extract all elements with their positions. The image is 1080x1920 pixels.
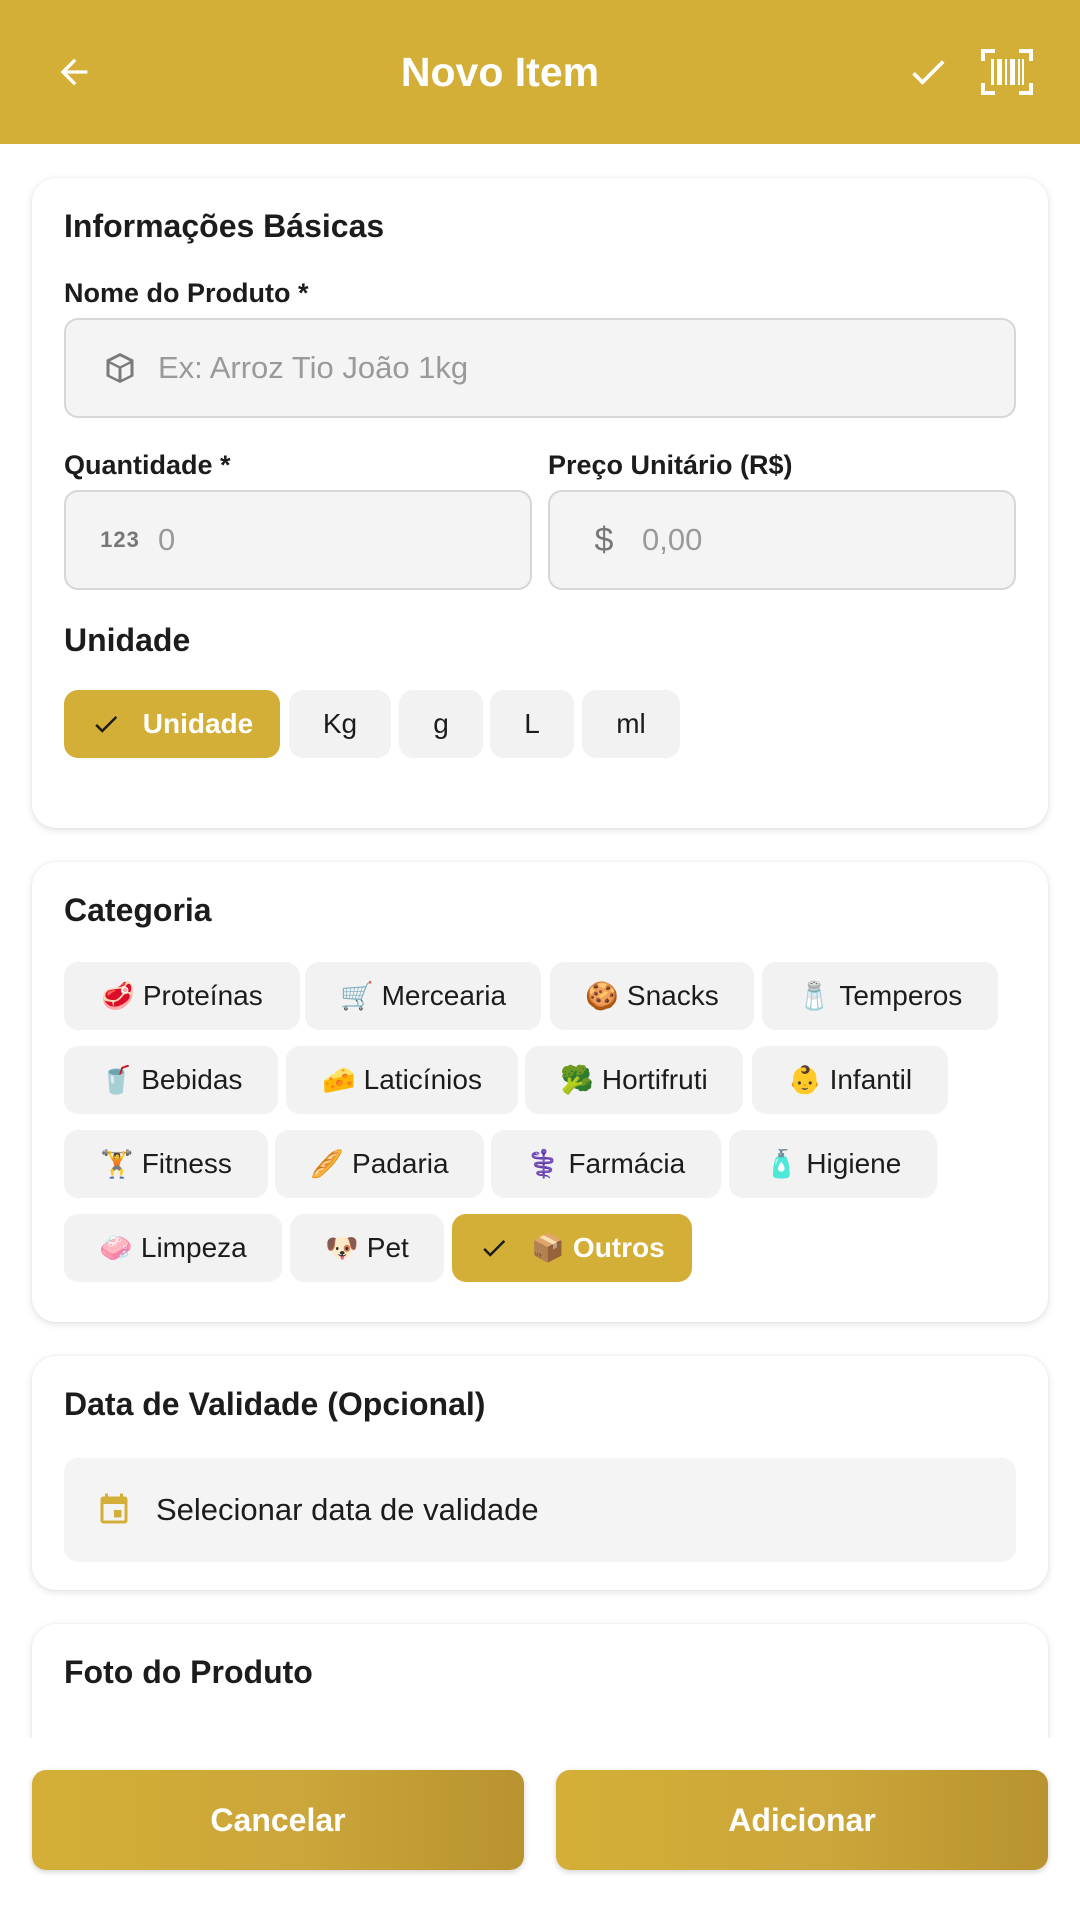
lotion-icon: 🧴 [764, 1149, 799, 1179]
check-icon [479, 1233, 509, 1263]
unit-chip-unidade[interactable]: Unidade [64, 690, 280, 758]
bottom-action-bar: Cancelar Adicionar [0, 1738, 1080, 1920]
category-chip-farmacia[interactable]: ⚕️ Farmácia [491, 1130, 721, 1198]
price-label: Preço Unitário (R$) [548, 450, 793, 480]
category-chip-laticinios[interactable]: 🧀 Laticínios [286, 1046, 518, 1114]
category-chip-label: Hortifruti [601, 1064, 708, 1095]
cancel-button[interactable]: Cancelar [32, 1770, 524, 1870]
category-chip-label: Outros [572, 1232, 665, 1263]
package-icon [102, 350, 138, 386]
price-input[interactable]: $ 0,00 [548, 490, 1016, 590]
category-chip-bebidas[interactable]: 🥤 Bebidas [64, 1046, 278, 1114]
product-name-input[interactable]: Ex: Arroz Tio João 1kg [64, 318, 1016, 418]
category-chip-label: Farmácia [568, 1148, 686, 1179]
category-card: Categoria 🥩 Proteínas 🛒 Mercearia 🍪 Snac… [32, 862, 1048, 1322]
category-chip-fitness[interactable]: 🏋 Fitness [64, 1130, 268, 1198]
drink-icon: 🥤 [99, 1065, 134, 1095]
unit-chip-label: Kg [322, 708, 358, 739]
product-name-label: Nome do Produto * [64, 278, 309, 308]
category-chip-outros[interactable]: 📦 Outros [452, 1214, 692, 1282]
category-chip-label: Mercearia [381, 980, 507, 1011]
cart-icon: 🛒 [339, 981, 374, 1011]
check-icon [912, 60, 945, 85]
broccoli-icon: 🥦 [560, 1065, 594, 1095]
unit-chip-label: L [524, 708, 540, 739]
expiry-title: Data de Validade (Opcional) [64, 1386, 486, 1422]
quantity-input[interactable]: 123 0 [64, 490, 532, 590]
category-chip-mercearia[interactable]: 🛒 Mercearia [305, 962, 541, 1030]
category-chip-label: Temperos [839, 980, 963, 1011]
medical-icon: ⚕️ [526, 1149, 561, 1179]
expiry-card: Data de Validade (Opcional) Selecionar d… [32, 1356, 1048, 1590]
quantity-label: Quantidade * [64, 450, 231, 480]
unit-chip-label: Unidade [142, 708, 254, 739]
category-chip-label: Padaria [352, 1148, 449, 1179]
price-placeholder: 0,00 [642, 522, 703, 557]
package-icon: 📦 [531, 1233, 565, 1263]
weightlifter-icon: 🏋 [100, 1149, 134, 1179]
category-chip-pet[interactable]: 🐶 Pet [290, 1214, 444, 1282]
category-chip-label: Higiene [806, 1148, 902, 1179]
category-chip-infantil[interactable]: 👶 Infantil [752, 1046, 948, 1114]
bread-icon: 🥖 [310, 1149, 345, 1179]
basic-info-title: Informações Básicas [64, 208, 385, 244]
category-chip-padaria[interactable]: 🥖 Padaria [275, 1130, 484, 1198]
expiry-date-selector[interactable]: Selecionar data de validade [64, 1458, 1016, 1562]
photo-title: Foto do Produto [64, 1654, 313, 1690]
meat-icon: 🥩 [101, 981, 135, 1011]
page-title: Novo Item [400, 49, 600, 95]
dollar-icon: $ [594, 520, 614, 559]
category-chip-hortifruti[interactable]: 🥦 Hortifruti [525, 1046, 743, 1114]
unit-chip-kg[interactable]: Kg [289, 690, 391, 758]
salt-icon: 🧂 [797, 981, 832, 1011]
category-chip-limpeza[interactable]: 🧼 Limpeza [64, 1214, 282, 1282]
quantity-placeholder: 0 [158, 522, 176, 557]
unit-chip-ml[interactable]: ml [582, 690, 680, 758]
barcode-scan-icon [981, 49, 1033, 95]
soap-icon: 🧼 [99, 1233, 133, 1263]
unit-chip-label: ml [616, 708, 646, 739]
expiry-select-label: Selecionar data de validade [156, 1492, 539, 1527]
unit-title: Unidade [64, 622, 191, 658]
numbers-icon: 123 [100, 527, 140, 552]
category-chip-label: Bebidas [141, 1064, 243, 1095]
category-chip-label: Snacks [626, 980, 719, 1011]
cookie-icon: 🍪 [585, 981, 619, 1011]
category-chip-temperos[interactable]: 🧂 Temperos [762, 962, 998, 1030]
category-chip-higiene[interactable]: 🧴 Higiene [729, 1130, 937, 1198]
category-chip-label: Limpeza [140, 1232, 247, 1263]
confirm-button[interactable] [898, 42, 958, 102]
category-chip-label: Laticínios [363, 1064, 482, 1095]
category-chip-label: Infantil [829, 1064, 913, 1095]
category-chip-label: Proteínas [142, 980, 263, 1011]
add-button[interactable]: Adicionar [556, 1770, 1048, 1870]
unit-chip-label: g [433, 708, 449, 739]
unit-chip-l[interactable]: L [490, 690, 574, 758]
barcode-scan-button[interactable] [978, 44, 1036, 100]
unit-chip-g[interactable]: g [399, 690, 483, 758]
category-title: Categoria [64, 892, 212, 928]
check-icon [91, 709, 121, 739]
category-chip-label: Fitness [141, 1148, 232, 1179]
category-chip-label: Pet [366, 1232, 409, 1263]
category-chip-proteinas[interactable]: 🥩 Proteínas [64, 962, 300, 1030]
baby-icon: 👶 [787, 1065, 822, 1095]
app-bar: Novo Item [0, 0, 1080, 144]
category-chip-snacks[interactable]: 🍪 Snacks [550, 962, 754, 1030]
dog-icon: 🐶 [325, 1233, 359, 1263]
cheese-icon: 🧀 [322, 1065, 356, 1095]
basic-info-card: Informações Básicas Nome do Produto * Ex… [32, 178, 1048, 828]
product-name-placeholder: Ex: Arroz Tio João 1kg [158, 350, 469, 385]
calendar-icon [96, 1492, 132, 1528]
